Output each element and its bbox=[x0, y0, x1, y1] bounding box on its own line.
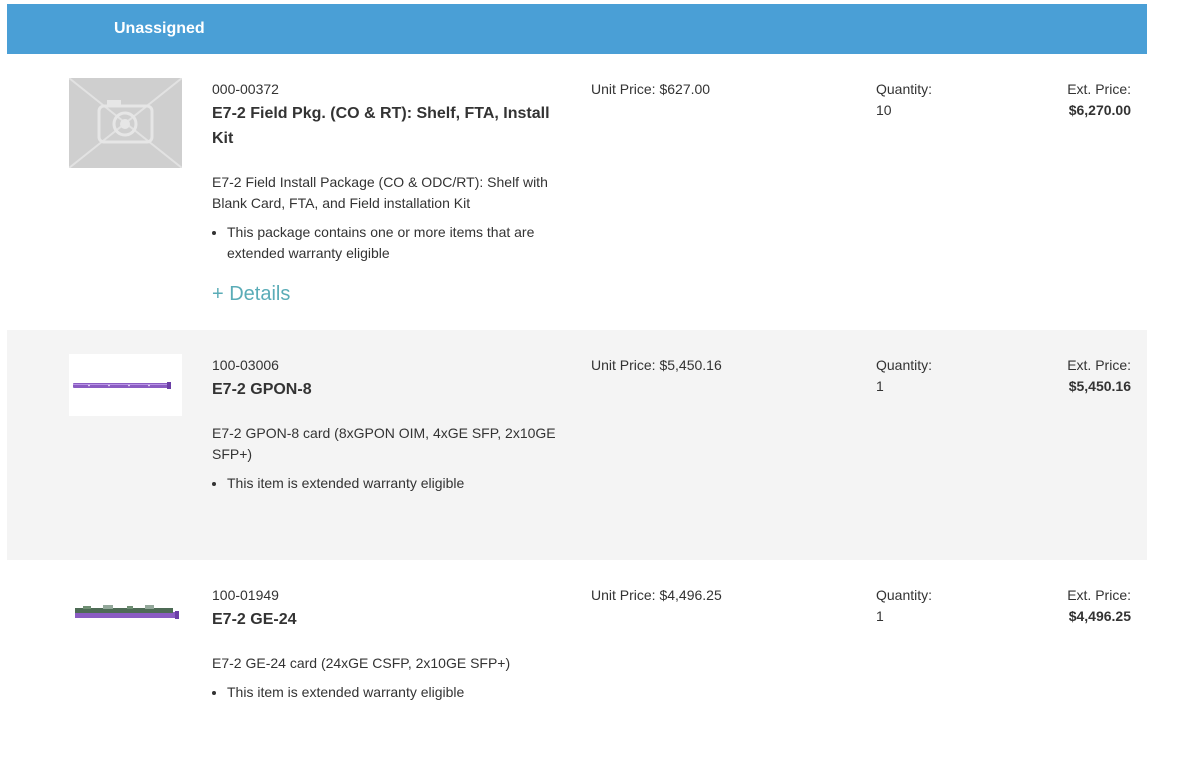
item-sku: 000-00372 bbox=[212, 81, 279, 97]
line-item: 100-01949 E7-2 GE-24 E7-2 GE-24 card (24… bbox=[7, 560, 1147, 760]
quantity-label: Quantity: bbox=[876, 357, 933, 373]
line-item: 100-03006 E7-2 GPON-8 E7-2 GPON-8 card (… bbox=[7, 330, 1147, 560]
gpon-card-image[interactable] bbox=[69, 354, 182, 416]
item-sku: 100-03006 bbox=[212, 357, 279, 373]
unit-price-value: $5,450.16 bbox=[659, 357, 722, 373]
item-name: E7-2 GE-24 bbox=[212, 611, 297, 628]
ext-price-label: Ext. Price: bbox=[1067, 357, 1131, 373]
unit-price-value: $627.00 bbox=[659, 81, 711, 97]
warranty-note: This item is extended warranty eligible bbox=[227, 682, 567, 703]
warranty-note: This item is extended warranty eligible bbox=[227, 473, 567, 494]
unit-price-label: Unit Price: bbox=[591, 587, 656, 603]
item-description: E7-2 GPON-8 card (8xGPON OIM, 4xGE SFP, … bbox=[212, 425, 556, 462]
warranty-note: This package contains one or more items … bbox=[227, 222, 567, 264]
quantity-value: 1 bbox=[876, 608, 884, 624]
ext-price-label: Ext. Price: bbox=[1067, 587, 1131, 603]
item-notes: This item is extended warranty eligible bbox=[212, 473, 567, 494]
section-title: Unassigned bbox=[114, 20, 205, 37]
ext-price-value: $4,496.25 bbox=[1068, 608, 1131, 624]
item-name: E7-2 GPON-8 bbox=[212, 381, 312, 398]
unit-price-label: Unit Price: bbox=[591, 357, 656, 373]
unit-price-value: $4,496.25 bbox=[659, 587, 722, 603]
item-name: E7-2 Field Pkg. (CO & RT): Shelf, FTA, I… bbox=[212, 105, 550, 147]
camera-placeholder-icon[interactable] bbox=[69, 78, 182, 168]
item-notes: This package contains one or more items … bbox=[212, 222, 567, 264]
unit-price-label: Unit Price: bbox=[591, 81, 656, 97]
item-description: E7-2 GE-24 card (24xGE CSFP, 2x10GE SFP+… bbox=[212, 655, 511, 671]
ext-price-value: $5,450.16 bbox=[1068, 378, 1131, 394]
quantity: Quantity: 1 bbox=[876, 356, 932, 395]
ext-price: Ext. Price: $4,496.25 bbox=[1067, 586, 1131, 625]
item-description: E7-2 Field Install Package (CO & ODC/RT)… bbox=[212, 174, 548, 211]
line-item: 000-00372 E7-2 Field Pkg. (CO & RT): She… bbox=[7, 54, 1147, 330]
ge24-card-image[interactable] bbox=[69, 584, 182, 646]
item-sku: 100-01949 bbox=[212, 587, 279, 603]
ext-price: Ext. Price: $5,450.16 bbox=[1067, 356, 1131, 395]
section-header: Unassigned bbox=[7, 4, 1147, 54]
unit-price: Unit Price: $4,496.25 bbox=[591, 586, 722, 604]
quantity: Quantity: 1 bbox=[876, 586, 932, 625]
quantity-value: 10 bbox=[876, 102, 892, 118]
quantity-label: Quantity: bbox=[876, 81, 933, 97]
ext-price: Ext. Price: $6,270.00 bbox=[1067, 80, 1131, 119]
quantity: Quantity: 10 bbox=[876, 80, 932, 119]
ext-price-value: $6,270.00 bbox=[1068, 102, 1131, 118]
ext-price-label: Ext. Price: bbox=[1067, 81, 1131, 97]
quantity-label: Quantity: bbox=[876, 587, 933, 603]
item-notes: This item is extended warranty eligible bbox=[212, 682, 567, 703]
unit-price: Unit Price: $627.00 bbox=[591, 80, 710, 98]
details-link[interactable]: + Details bbox=[212, 283, 290, 306]
quantity-value: 1 bbox=[876, 378, 884, 394]
unit-price: Unit Price: $5,450.16 bbox=[591, 356, 722, 374]
